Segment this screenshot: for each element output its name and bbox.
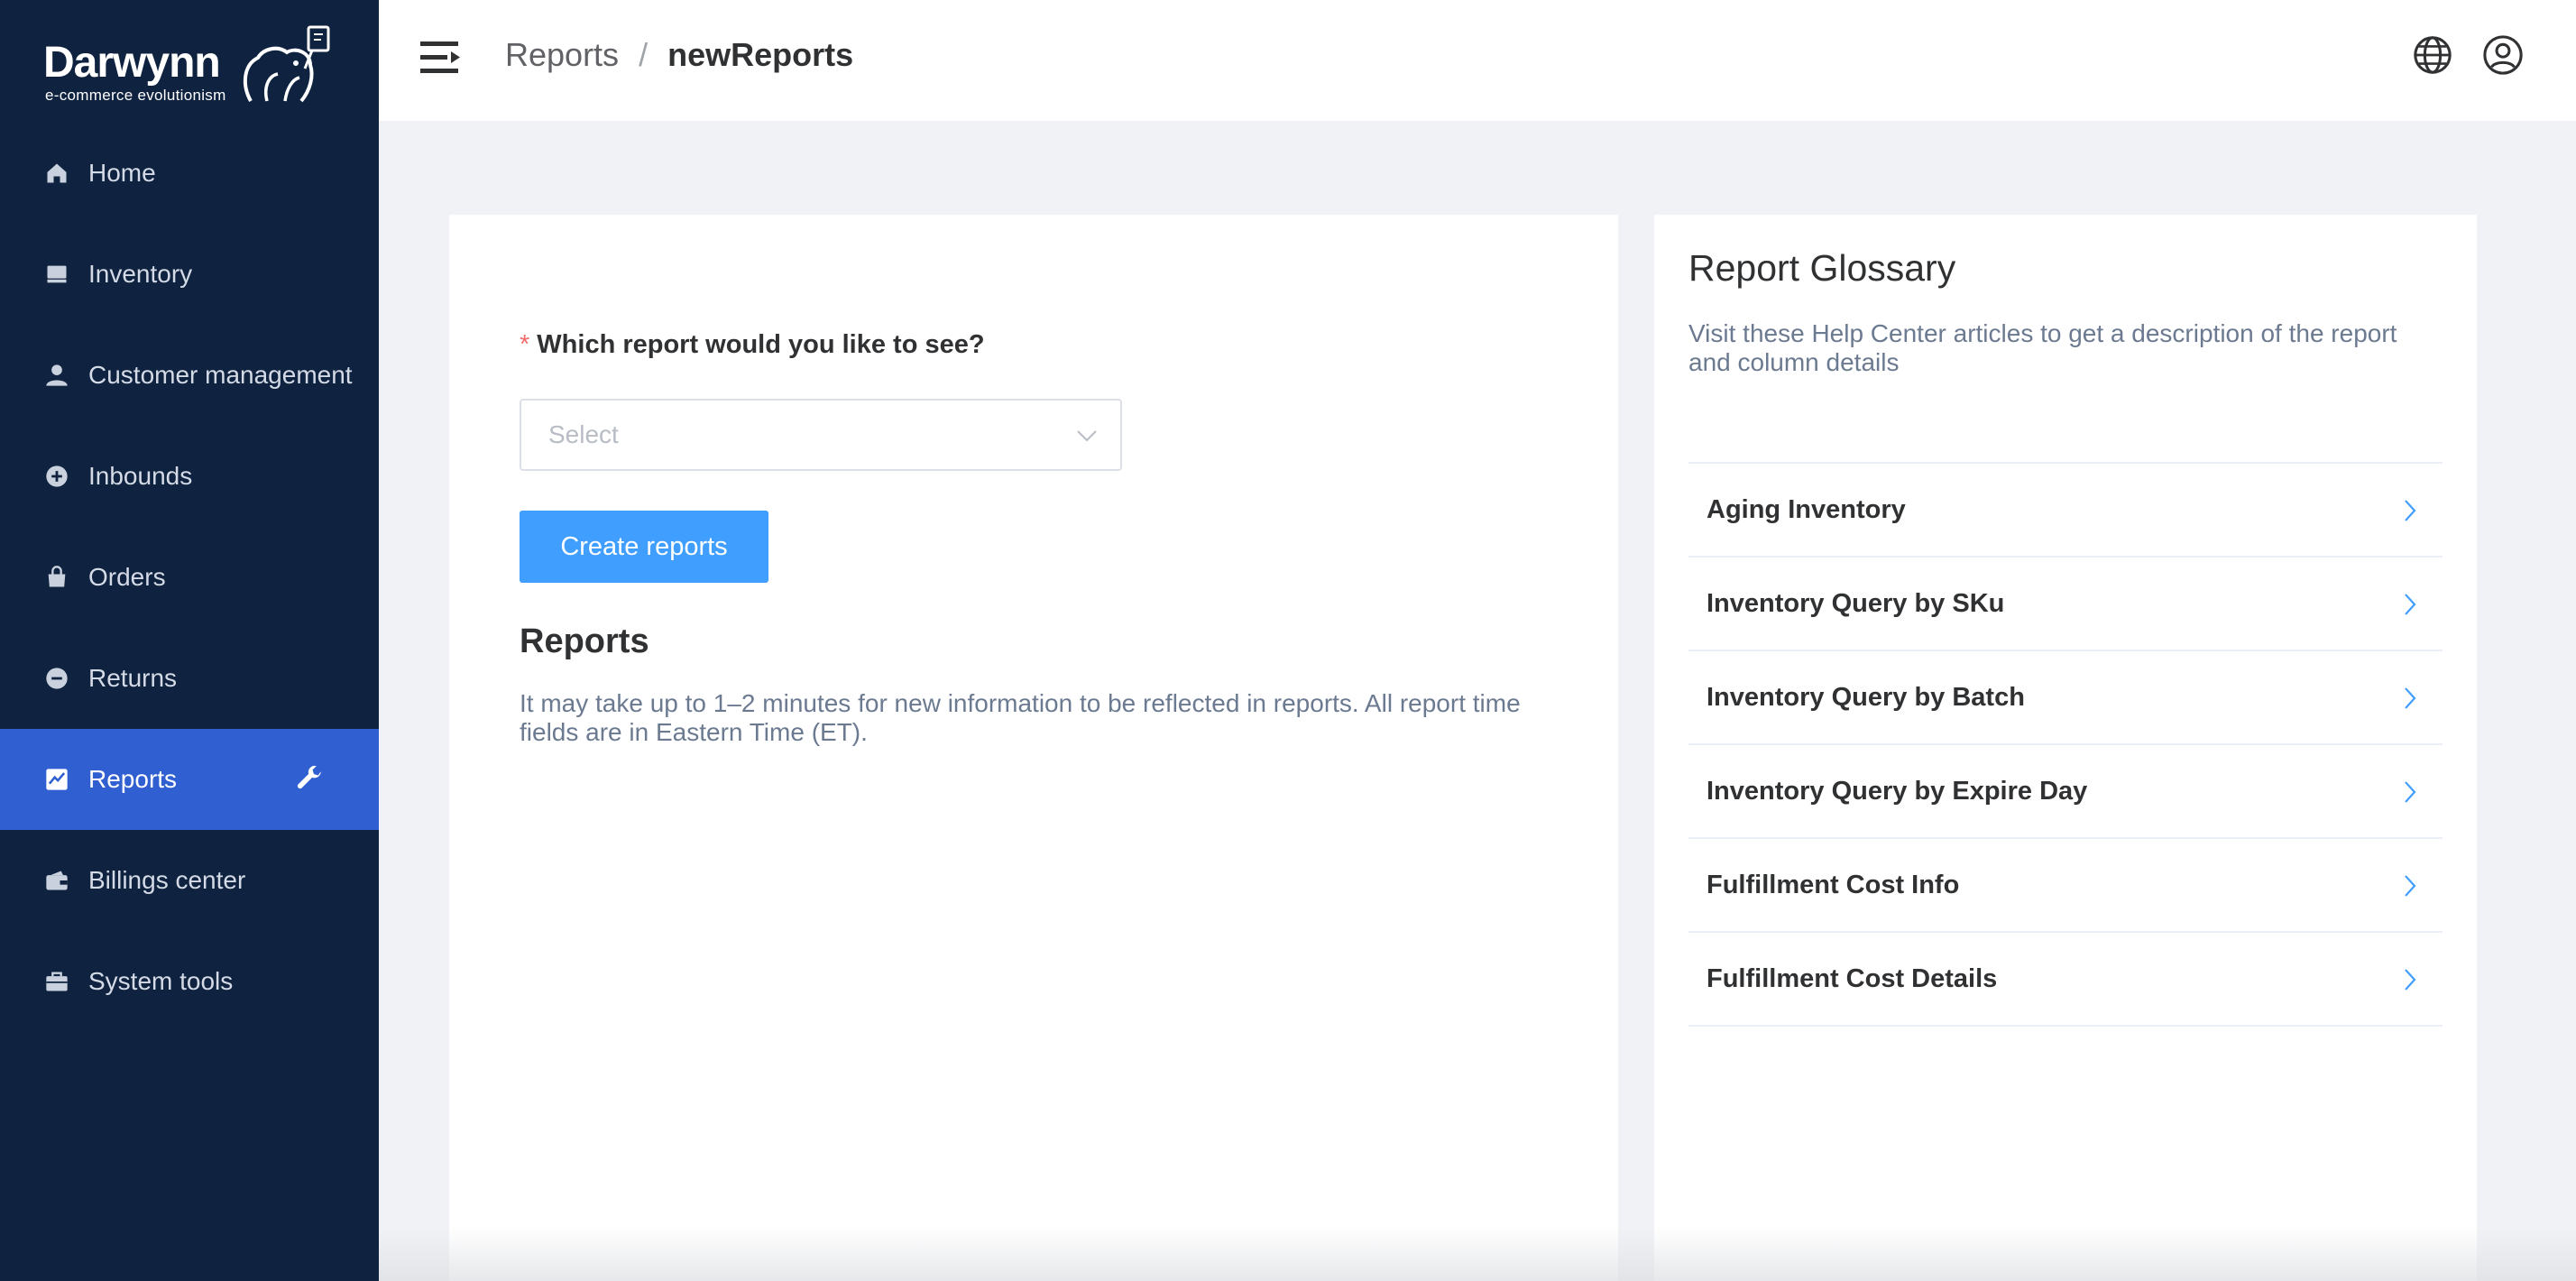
required-mark: *	[520, 330, 530, 359]
plus-circle-icon	[43, 463, 70, 490]
user-icon	[43, 362, 70, 389]
glossary-item-fulfillment-cost-details[interactable]: Fulfillment Cost Details	[1688, 933, 2443, 1027]
glossary-item-label: Inventory Query by Batch	[1707, 682, 2025, 712]
report-form-card: * Which report would you like to see? Sel…	[449, 215, 1618, 1281]
menu-toggle-icon[interactable]	[420, 40, 462, 76]
sidebar-item-inbounds[interactable]: Inbounds	[0, 426, 379, 527]
sidebar-item-label: System tools	[88, 967, 234, 995]
gorilla-logo-icon	[243, 25, 330, 103]
glossary-title: Report Glossary	[1688, 247, 1956, 289]
sidebar-item-billings-center[interactable]: Billings center	[0, 830, 379, 931]
sidebar-item-inventory[interactable]: Inventory	[0, 224, 379, 325]
wallet-icon	[43, 867, 70, 894]
glossary-item-inventory-query-by-sku[interactable]: Inventory Query by SKu	[1688, 558, 2443, 651]
chevron-down-icon	[1075, 426, 1099, 450]
breadcrumb-current: newReports	[667, 36, 854, 73]
sidebar-item-reports[interactable]: Reports	[0, 729, 379, 830]
wrench-icon[interactable]	[294, 763, 325, 798]
glossary-item-inventory-query-by-expire-day[interactable]: Inventory Query by Expire Day	[1688, 745, 2443, 839]
glossary-item-label: Inventory Query by Expire Day	[1707, 776, 2088, 806]
sidebar-item-label: Inventory	[88, 260, 193, 288]
sidebar: Darwynn e-commerce evolutionism Home Inv…	[0, 0, 379, 1281]
glossary-description: Visit these Help Center articles to get …	[1688, 319, 2397, 376]
home-icon	[43, 160, 70, 187]
sidebar-item-label: Billings center	[88, 866, 246, 894]
logo[interactable]: Darwynn e-commerce evolutionism	[43, 22, 341, 112]
glossary-item-inventory-query-by-batch[interactable]: Inventory Query by Batch	[1688, 651, 2443, 745]
report-question-label: * Which report would you like to see?	[520, 330, 985, 360]
glossary-item-aging-inventory[interactable]: Aging Inventory	[1688, 464, 2443, 558]
chevron-right-icon	[2403, 498, 2417, 528]
chevron-right-icon	[2403, 592, 2417, 622]
chevron-right-icon	[2403, 873, 2417, 903]
glossary-item-label: Fulfillment Cost Details	[1707, 963, 1998, 993]
logo-tagline: e-commerce evolutionism	[45, 87, 226, 104]
sidebar-item-system-tools[interactable]: System tools	[0, 931, 379, 1032]
sidebar-item-label: Customer management	[88, 361, 353, 389]
sidebar-nav: Home Inventory Customer management Inbou…	[0, 123, 379, 1032]
sidebar-item-label: Reports	[88, 765, 178, 793]
chevron-right-icon	[2403, 686, 2417, 715]
breadcrumb-separator: /	[639, 36, 649, 73]
breadcrumb-parent-link[interactable]: Reports	[505, 36, 619, 74]
chevron-right-icon	[2403, 967, 2417, 997]
inventory-icon	[43, 261, 70, 288]
report-type-select[interactable]: Select	[520, 399, 1122, 471]
sidebar-item-customer-management[interactable]: Customer management	[0, 325, 379, 426]
reports-description: It may take up to 1–2 minutes for new in…	[520, 689, 1521, 746]
globe-icon[interactable]	[2412, 34, 2453, 76]
glossary-item-label: Inventory Query by SKu	[1707, 588, 2005, 618]
sidebar-item-label: Orders	[88, 563, 166, 591]
sidebar-item-returns[interactable]: Returns	[0, 628, 379, 729]
report-glossary-card: Report Glossary Visit these Help Center …	[1654, 215, 2477, 1281]
select-placeholder: Select	[548, 420, 619, 448]
sidebar-item-home[interactable]: Home	[0, 123, 379, 224]
chevron-right-icon	[2403, 779, 2417, 809]
user-account-icon[interactable]	[2482, 34, 2524, 76]
minus-circle-icon	[43, 665, 70, 692]
report-question-text: Which report would you like to see?	[537, 330, 985, 359]
logo-wordmark: Darwynn	[43, 39, 221, 87]
glossary-list: Aging Inventory Inventory Query by SKu I…	[1688, 462, 2443, 1027]
sidebar-item-orders[interactable]: Orders	[0, 527, 379, 628]
sidebar-item-label: Inbounds	[88, 462, 193, 490]
reports-section-title: Reports	[520, 622, 649, 660]
chart-icon	[43, 766, 70, 793]
breadcrumb: Reports / newReports	[505, 36, 853, 74]
toolbox-icon	[43, 968, 70, 995]
create-reports-button[interactable]: Create reports	[520, 511, 768, 583]
bag-icon	[43, 564, 70, 591]
sidebar-item-label: Returns	[88, 664, 178, 692]
top-header: Reports / newReports	[379, 0, 2576, 121]
glossary-item-label: Aging Inventory	[1707, 494, 1906, 524]
sidebar-item-label: Home	[88, 159, 156, 187]
glossary-item-fulfillment-cost-info[interactable]: Fulfillment Cost Info	[1688, 839, 2443, 933]
glossary-item-label: Fulfillment Cost Info	[1707, 870, 1960, 899]
